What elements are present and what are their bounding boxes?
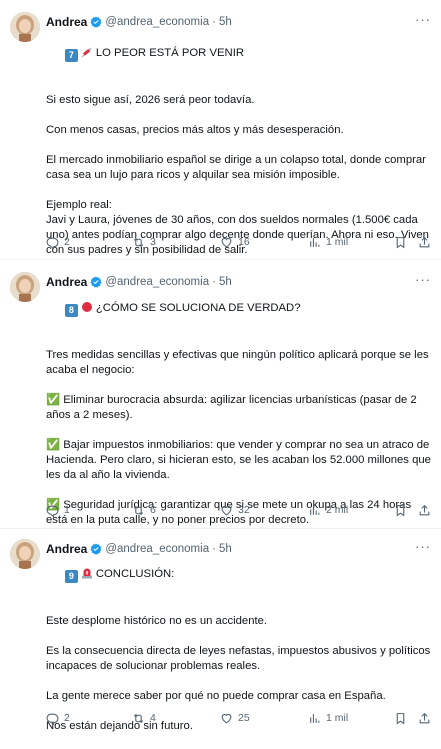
retweet-count: 6 [150,504,156,516]
bookmark-button[interactable] [394,712,407,725]
keycap-number-badge: 7 [64,49,78,62]
retweet-icon [133,505,144,515]
tweet-title: CONCLUSIÓN: [95,568,175,580]
bookmark-icon [396,236,405,248]
share-button[interactable] [418,236,431,249]
views-icon [310,713,320,723]
avatar[interactable] [10,272,40,302]
timestamp[interactable]: 5h [219,16,232,28]
reply-icon [46,713,59,725]
like-button[interactable]: 25 [220,712,250,725]
views-count: 1 mil [326,712,349,724]
share-icon [419,504,430,515]
like-icon [221,505,232,515]
reply-icon [46,505,59,517]
share-button[interactable] [418,712,431,725]
tweet-3[interactable]: Andrea @andrea_economia · 5h ··· 9 CONCLU… [0,527,441,732]
more-icon[interactable]: ··· [415,272,431,287]
avatar-photo-icon [10,539,40,569]
paragraph: Si esto sigue así, 2026 será peor todaví… [46,94,255,106]
like-button[interactable]: 32 [220,504,250,517]
bookmark-button[interactable] [394,504,407,517]
paragraph: ✅ Bajar impuestos inmobiliarios: que ven… [46,439,435,481]
paragraph: Es la consecuencia directa de leyes nefa… [46,645,434,672]
verified-badge-icon [90,16,102,28]
views-count: 1 mil [326,236,349,248]
avatar-photo-icon [10,272,40,302]
views-count: 2 mil [326,504,349,516]
views-icon [310,505,320,515]
tweet-title: ¿CÓMO SE SOLUCIONA DE VERDAD? [95,302,301,314]
share-icon [419,236,430,247]
like-button[interactable]: 16 [220,236,250,249]
more-icon[interactable]: ··· [415,12,431,27]
action-bar: 2 4 25 1 mil [46,710,436,726]
views-button[interactable]: 1 mil [308,712,348,725]
reply-count: 2 [64,236,70,248]
paragraph: Tres medidas sencillas y efectivas que n… [46,349,432,376]
action-bar: 1 6 32 2 mil [46,502,436,518]
author-handle[interactable]: @andrea_economia [105,16,209,28]
retweet-count: 3 [150,236,156,248]
reply-icon [46,237,59,249]
avatar[interactable] [10,12,40,42]
separator-dot: · [212,16,216,28]
reply-count: 1 [64,504,70,516]
tweet-2[interactable]: Andrea @andrea_economia · 5h ··· 8 ¿CÓMO … [0,260,441,528]
keycap-number-badge: 8 [64,304,78,317]
bookmark-icon [396,712,405,724]
red-circle-icon [81,301,93,318]
avatar[interactable] [10,539,40,569]
paragraph: El mercado inmobiliario español se dirig… [46,154,430,181]
reply-count: 2 [64,712,70,724]
siren-icon [81,567,93,584]
paragraph: La gente merece saber por qué no puede c… [46,690,386,702]
syringe-icon [81,46,93,63]
keycap-number-badge: 9 [64,570,78,583]
paragraph: ✅ Eliminar burocracia absurda: agilizar … [46,394,420,421]
retweet-button[interactable]: 4 [132,712,156,725]
avatar-photo-icon [10,12,40,42]
like-icon [221,237,232,247]
tweet-title: LO PEOR ESTÁ POR VENIR [95,47,244,59]
retweet-icon [133,237,144,247]
author-name[interactable]: Andrea [46,15,87,29]
retweet-button[interactable]: 3 [132,236,156,249]
like-count: 32 [238,504,250,516]
views-icon [310,237,320,247]
paragraph: Este desplome histórico no es un acciden… [46,615,268,627]
reply-button[interactable]: 1 [46,504,70,517]
like-icon [221,713,232,723]
tweet-header: Andrea @andrea_economia · 5h [46,14,232,30]
views-button[interactable]: 2 mil [308,504,348,517]
views-button[interactable]: 1 mil [308,236,348,249]
retweet-count: 4 [150,712,156,724]
paragraph: Con menos casas, precios más altos y más… [46,124,344,136]
retweet-button[interactable]: 6 [132,504,156,517]
share-button[interactable] [418,504,431,517]
reply-button[interactable]: 2 [46,712,70,725]
action-bar: 2 3 16 1 mil [46,234,436,250]
tweet-1[interactable]: Andrea @andrea_economia · 5h ··· 7 LO PEO… [0,0,441,259]
bookmark-button[interactable] [394,236,407,249]
reply-button[interactable]: 2 [46,236,70,249]
like-count: 16 [238,236,250,248]
share-icon [419,712,430,723]
like-count: 25 [238,712,250,724]
bookmark-icon [396,504,405,516]
retweet-icon [133,713,144,723]
